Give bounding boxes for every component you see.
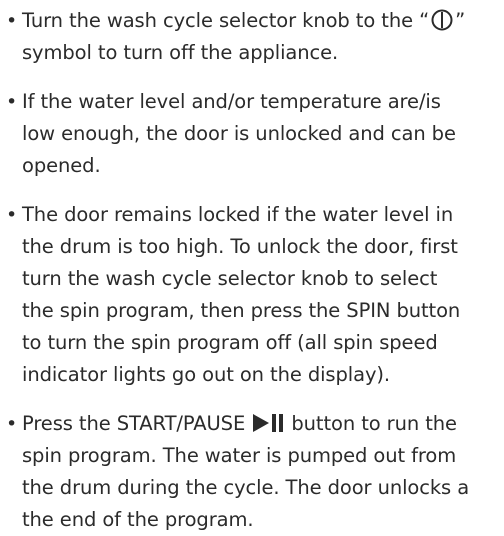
bullet: •	[6, 204, 18, 226]
text-line: indicator lights go out on the display).	[22, 363, 390, 386]
text-line: Press the START/PAUSE button to run the	[22, 408, 457, 440]
text-line: to turn the spin program off (all spin s…	[22, 331, 438, 354]
bullet: •	[6, 413, 18, 435]
bullet: •	[6, 10, 18, 32]
text-fragment: Turn the wash cycle selector knob to the…	[22, 9, 430, 32]
text-fragment: ”	[455, 9, 466, 32]
text-line: Turn the wash cycle selector knob to the…	[22, 5, 465, 37]
text-line: spin program. The water is pumped out fr…	[22, 444, 457, 467]
text-line: the end of the program.	[22, 508, 254, 531]
text-line: opened.	[22, 154, 101, 177]
text-line: low enough, the door is unlocked and can…	[22, 122, 456, 145]
text-line: turn the wash cycle selector knob to sel…	[22, 267, 438, 290]
text-line: symbol to turn off the appliance.	[22, 41, 339, 64]
text-fragment: button to run the	[291, 412, 457, 435]
bullet: •	[6, 91, 18, 113]
play-pause-icon	[251, 412, 285, 434]
text-fragment: Press the START/PAUSE	[22, 412, 246, 435]
instruction-document: • Turn the wash cycle selector knob to t…	[0, 0, 504, 531]
text-line: the spin program, then press the SPIN bu…	[22, 299, 461, 322]
text-line: The door remains locked if the water lev…	[22, 203, 454, 226]
text-line: If the water level and/or temperature ar…	[22, 90, 441, 113]
text-line: the drum is too high. To unlock the door…	[22, 235, 458, 258]
power-off-symbol-icon	[429, 9, 455, 31]
text-line: the drum during the cycle. The door unlo…	[22, 476, 470, 499]
